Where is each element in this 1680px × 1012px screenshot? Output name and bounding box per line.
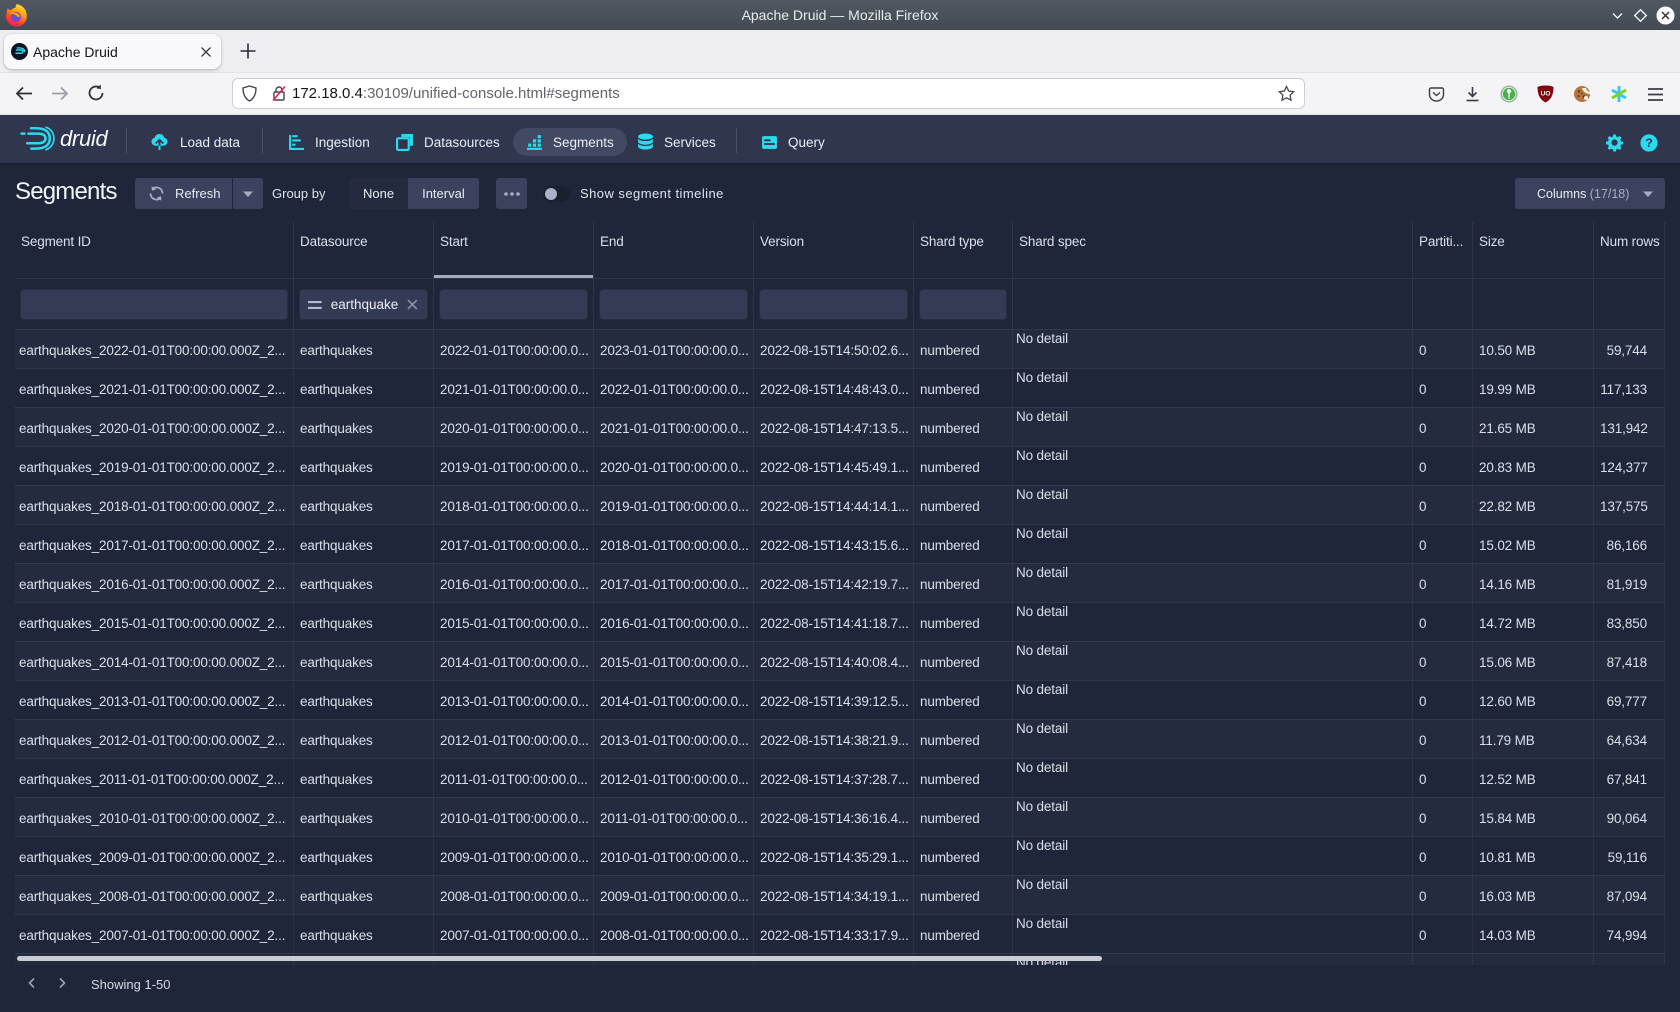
svg-text:UO: UO	[1541, 91, 1551, 98]
svg-text:?: ?	[1645, 136, 1652, 150]
